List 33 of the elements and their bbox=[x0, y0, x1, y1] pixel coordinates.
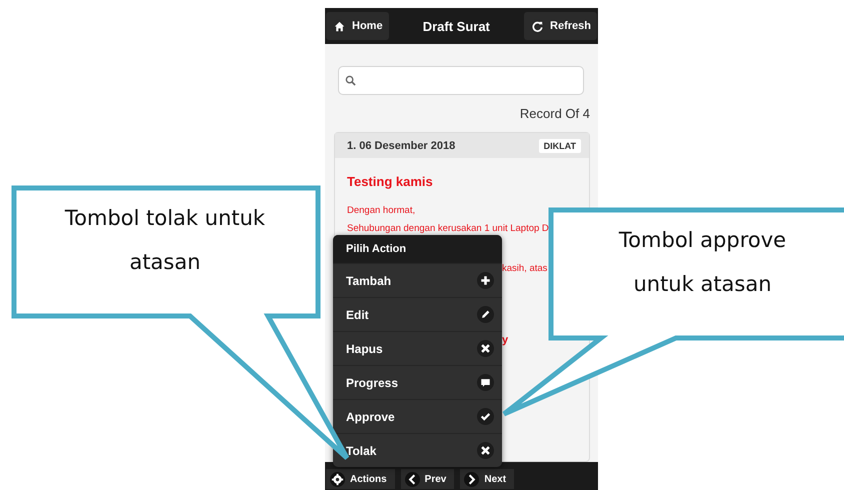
letter-text: kasih, atas bbox=[502, 263, 548, 274]
menu-item[interactable]: Progress bbox=[333, 365, 502, 399]
close-icon bbox=[477, 340, 494, 357]
chevron-right-icon bbox=[464, 472, 480, 486]
refresh-button[interactable]: Refresh bbox=[524, 12, 597, 40]
home-button[interactable]: Home bbox=[326, 12, 389, 40]
chevron-left-icon bbox=[404, 472, 420, 486]
letter-text: Sehubungan dengan kerusakan 1 unit Laptop D bbox=[347, 223, 549, 234]
page-title: Draft Surat bbox=[422, 18, 490, 34]
callout-text: Tombol approve untuk atasan bbox=[618, 227, 788, 298]
search-field[interactable] bbox=[338, 66, 584, 95]
check-icon bbox=[477, 408, 494, 425]
callout-text: Tombol tolak untuk atasan bbox=[64, 205, 266, 276]
letter-text: y bbox=[502, 334, 508, 346]
letter-date: 1. 06 Desember 2018 bbox=[347, 140, 456, 152]
search-icon bbox=[345, 75, 356, 86]
letter-text: Dengan hormat, bbox=[347, 205, 416, 216]
menu-title: Pilih Action bbox=[346, 243, 406, 255]
menu-item[interactable]: Edit bbox=[333, 297, 502, 331]
pencil-icon bbox=[477, 306, 494, 323]
menu-item[interactable]: Hapus bbox=[333, 331, 502, 365]
plus-icon bbox=[477, 272, 494, 289]
record-count: Record Of 4 bbox=[520, 106, 590, 121]
menu-item[interactable]: Approve bbox=[333, 399, 502, 433]
toolbar-button[interactable]: Actions bbox=[326, 469, 395, 489]
category-tag: DIKLAT bbox=[538, 138, 581, 152]
letter-title: Testing kamis bbox=[347, 174, 433, 189]
close-icon bbox=[477, 442, 494, 459]
comment-icon bbox=[477, 374, 494, 391]
toolbar-button[interactable]: Prev bbox=[400, 469, 454, 489]
gear-icon bbox=[330, 472, 345, 486]
toolbar-button[interactable]: Next bbox=[460, 469, 514, 489]
menu-item[interactable]: Tambah bbox=[333, 263, 502, 297]
